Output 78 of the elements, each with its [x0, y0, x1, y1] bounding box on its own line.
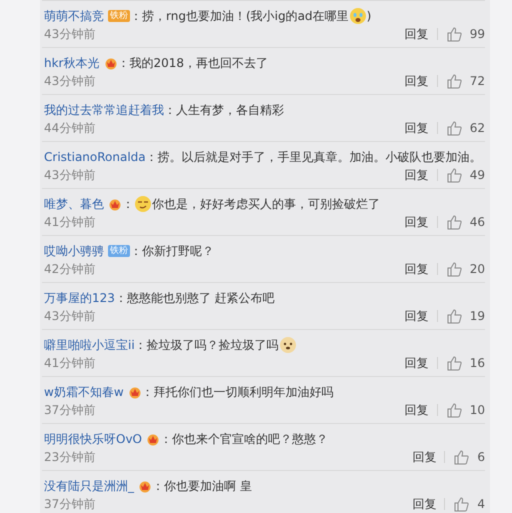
thumbs-up-icon [453, 449, 470, 465]
emoji-icon [134, 195, 152, 213]
thumbs-up-icon [446, 120, 462, 136]
comment-text: ：捡垃圾了吗？捡垃圾了吗 [134, 337, 279, 354]
reply-link[interactable]: 回复 [404, 260, 429, 278]
crown-badge-icon [104, 56, 118, 70]
timestamp: 41分钟前 [44, 214, 96, 231]
thumbs-up-icon [446, 167, 462, 183]
crown-badge-icon [138, 479, 152, 493]
like-button[interactable]: 20 [446, 260, 485, 278]
thumbs-up-icon [446, 308, 462, 324]
thumbs-up-icon [453, 496, 470, 512]
comment-text: 你也是，好好考虑买人的事，可别捡破烂了 [152, 196, 380, 213]
timestamp: 42分钟前 [44, 261, 96, 278]
username-link[interactable]: CristianoRonalda [44, 148, 146, 166]
thumbs-up-icon [446, 402, 462, 418]
like-button[interactable]: 72 [446, 72, 485, 90]
username-link[interactable]: hkr秋本光 [44, 54, 100, 72]
reply-link[interactable]: 回复 [404, 401, 429, 419]
crown-badge-icon [108, 197, 122, 211]
comment-text: ：你新打野呢？ [130, 243, 214, 260]
fan-badge: 铁粉 [108, 10, 130, 22]
like-button[interactable]: 46 [446, 213, 485, 231]
comment-text: ) [366, 8, 372, 25]
reply-link[interactable]: 回复 [404, 166, 429, 184]
crown-badge-icon [128, 385, 142, 399]
username-link[interactable]: 没有陆只是洲洲_ [44, 477, 134, 495]
thumbs-up-icon [446, 261, 462, 277]
reply-link[interactable]: 回复 [412, 448, 436, 466]
emoji-icon [278, 336, 297, 354]
username-link[interactable]: 万事屋的123 [44, 289, 115, 307]
reply-link[interactable]: 回复 [404, 213, 429, 231]
reply-link[interactable]: 回复 [404, 72, 429, 90]
timestamp: 37分钟前 [44, 402, 96, 419]
fan-badge: 铁粉 [108, 245, 130, 257]
username-link[interactable]: 噼里啪啦小逗宝ii [44, 336, 135, 354]
timestamp: 43分钟前 [44, 308, 96, 325]
like-button[interactable]: 99 [446, 25, 485, 43]
comment-text: ：捞，rng也要加油！(我小ig的ad在哪里 [130, 8, 349, 25]
username-link[interactable]: 哎呦小骋骋 [44, 242, 104, 260]
reply-link[interactable]: 回复 [404, 354, 429, 372]
reply-link[interactable]: 回复 [412, 495, 436, 513]
username-link[interactable]: 明明很快乐呀OvO [44, 430, 142, 448]
emoji-icon [348, 7, 367, 25]
comment-text: ：我的2018，再也回不去了 [118, 55, 268, 72]
timestamp: 44分钟前 [44, 120, 96, 137]
username-link[interactable]: 萌萌不搞竞 [44, 7, 104, 25]
username-link[interactable]: 唯梦、暮色 [44, 195, 104, 213]
timestamp: 43分钟前 [44, 73, 96, 90]
reply-link[interactable]: 回复 [404, 119, 429, 137]
reply-link[interactable]: 回复 [404, 25, 429, 43]
username-link[interactable]: w奶霜不知春w [44, 383, 124, 401]
timestamp: 37分钟前 [44, 496, 96, 513]
like-button[interactable]: 19 [446, 307, 485, 325]
like-button[interactable]: 62 [446, 119, 485, 137]
like-button[interactable]: 16 [446, 354, 485, 372]
timestamp: 41分钟前 [44, 355, 96, 372]
comment-text: ：你也来个官宣啥的吧？憨憨？ [160, 431, 328, 448]
comment-text: ：人生有梦，各自精彩 [164, 102, 284, 119]
timestamp: 43分钟前 [44, 26, 96, 43]
username-link[interactable]: 我的过去常常追赶着我 [44, 101, 164, 119]
comment-text: ：拜托你们也一切顺利明年加油好吗 [142, 384, 334, 401]
timestamp: 23分钟前 [44, 449, 96, 466]
comment-text: ： [122, 196, 134, 213]
comment-text: ：憨憨能也别憨了 赶紧公布吧 [114, 290, 275, 307]
like-button[interactable]: 49 [446, 166, 485, 184]
crown-badge-icon [146, 432, 160, 446]
thumbs-up-icon [446, 214, 462, 230]
like-button[interactable]: 10 [446, 401, 485, 419]
reply-link[interactable]: 回复 [404, 307, 429, 325]
like-button[interactable]: 6 [453, 448, 485, 466]
thumbs-up-icon [446, 73, 462, 89]
comment-text: ：你也要加油啊 皇 [152, 478, 252, 495]
thumbs-up-icon [446, 26, 462, 42]
comment-text: ：捞。以后就是对手了，手里见真章。加油。小破队也要加油。 [146, 149, 482, 166]
thumbs-up-icon [446, 355, 462, 371]
timestamp: 43分钟前 [44, 167, 96, 184]
like-button[interactable]: 4 [453, 495, 485, 513]
